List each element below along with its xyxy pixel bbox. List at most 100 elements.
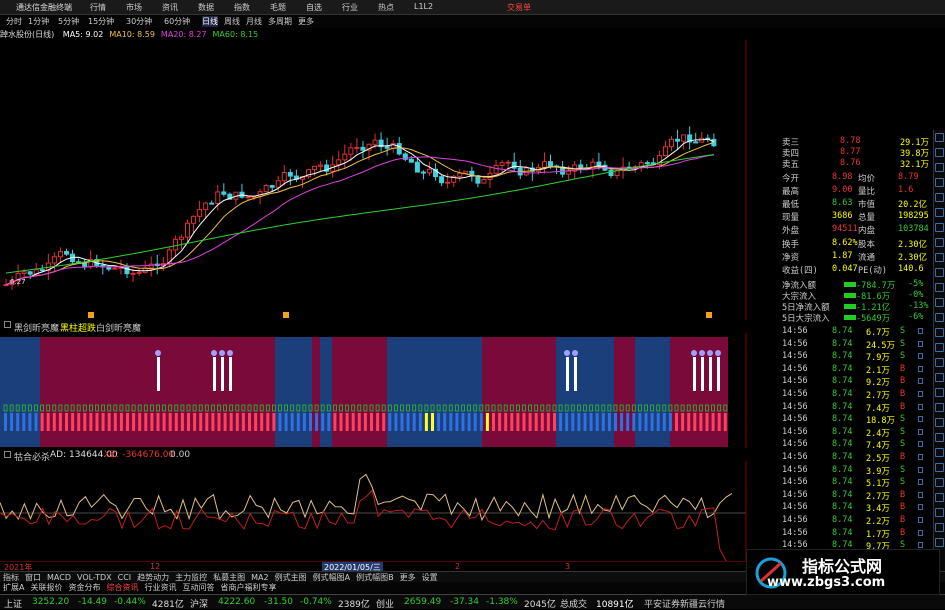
index-name[interactable]: 沪深	[190, 597, 208, 610]
tick-row: 14:56 8.74 18.8万 S	[748, 414, 933, 427]
info-tab[interactable]: 资金分布	[68, 582, 100, 593]
kline-chart[interactable]: 8.508.258.007.757.507.257.006.756.406.27	[0, 40, 748, 320]
period-tab[interactable]: 多周期	[268, 16, 292, 27]
info-tab[interactable]: 省商户福利专享	[220, 582, 276, 593]
side-tool-icon[interactable]	[935, 178, 944, 187]
info-tab[interactable]: 综合资讯	[106, 582, 138, 593]
period-tab[interactable]: 日线	[202, 16, 218, 27]
side-tool-icon[interactable]	[935, 418, 944, 427]
menu-item[interactable]: 资讯	[162, 2, 178, 13]
tick-direction: S	[900, 414, 906, 425]
indicator-tab[interactable]: CCI	[118, 573, 132, 582]
stat-value: 1.87	[832, 251, 853, 261]
side-tool-icon[interactable]	[935, 448, 944, 457]
side-tool-icon[interactable]	[935, 403, 944, 412]
side-tool-icon[interactable]	[935, 208, 944, 217]
period-tab[interactable]: 更多	[298, 16, 314, 27]
side-tool-icon[interactable]	[935, 508, 944, 517]
event-marker-icon[interactable]	[283, 312, 289, 318]
menu-item[interactable]: 市场	[126, 2, 142, 13]
side-tool-icon[interactable]	[935, 478, 944, 487]
tick-flag-icon	[918, 517, 923, 523]
tick-direction: B	[900, 401, 906, 412]
side-tool-icon[interactable]	[935, 283, 944, 292]
event-marker-icon[interactable]	[88, 312, 94, 318]
side-tool-icon[interactable]	[935, 538, 944, 547]
ask-price: 8.77	[840, 147, 861, 157]
date-axis: 2021年 12 2022/01/05/三 2 3	[0, 561, 748, 573]
side-tool-icon[interactable]	[935, 358, 944, 367]
side-tool-icon[interactable]	[935, 148, 944, 157]
side-tool-icon[interactable]	[935, 133, 944, 142]
side-tool-icon[interactable]	[935, 493, 944, 502]
indicator-tab[interactable]: MA2	[251, 573, 268, 582]
side-tool-icon[interactable]	[935, 313, 944, 322]
side-tool-icon[interactable]	[935, 373, 944, 382]
side-tool-icon[interactable]	[935, 433, 944, 442]
period-tab[interactable]: 15分钟	[88, 16, 114, 27]
side-tool-icon[interactable]	[935, 193, 944, 202]
tick-volume: 7.9万	[866, 353, 890, 364]
menu-item[interactable]: 指数	[234, 2, 250, 13]
menu-item[interactable]: 热点	[378, 2, 394, 13]
stat-value: 0.047	[832, 264, 858, 274]
trade-link[interactable]: 交易单	[507, 2, 531, 13]
side-tool-icon[interactable]	[935, 523, 944, 532]
side-tool-icon[interactable]	[935, 253, 944, 262]
tick-price: 8.74	[832, 414, 853, 425]
tick-direction: B	[900, 376, 906, 387]
tick-flag-icon	[918, 328, 923, 334]
stat-value: 8.79	[898, 172, 919, 182]
side-tool-icon[interactable]	[935, 463, 944, 472]
menu-item[interactable]: 数据	[198, 2, 214, 13]
info-tab[interactable]: 互动问答	[182, 582, 214, 593]
stat-label: 总量	[858, 213, 876, 223]
side-toolbar	[933, 130, 945, 590]
tick-time: 14:56	[782, 464, 808, 475]
side-tool-icon[interactable]	[935, 163, 944, 172]
stat-label: 净资	[782, 253, 800, 263]
tick-row: 14:56 8.74 7.4万 S	[748, 439, 933, 451]
period-tab[interactable]: 60分钟	[164, 16, 190, 27]
flow-value: -5649万	[856, 314, 891, 324]
indicator1-toggle-icon[interactable]	[4, 321, 11, 328]
menu-item[interactable]: 自选	[306, 2, 322, 13]
indicator-tab[interactable]: MACD	[47, 573, 71, 582]
info-tab[interactable]: 行业资讯	[144, 582, 176, 593]
tick-direction: B	[900, 515, 906, 525]
side-tool-icon[interactable]	[935, 343, 944, 352]
period-tab[interactable]: 月线	[246, 16, 262, 27]
period-tab[interactable]: 5分钟	[58, 16, 79, 27]
tick-time: 14:56	[782, 338, 808, 349]
side-tool-icon[interactable]	[935, 388, 944, 397]
indicator2-chart[interactable]: 40000200000-20000	[0, 461, 748, 561]
tick-time: 14:56	[782, 502, 808, 513]
tick-volume: 18.8万	[866, 416, 895, 427]
event-marker-icon[interactable]	[706, 312, 712, 318]
index-name[interactable]: 创业	[376, 597, 394, 610]
index-name[interactable]: 上证	[4, 597, 22, 610]
watermark-url: www.zbgs3.com	[767, 575, 886, 590]
ma-value: MA5: 9.02	[62, 30, 104, 39]
info-tab[interactable]: 关联报价	[30, 582, 62, 593]
indicator2-toggle-icon[interactable]	[4, 451, 11, 458]
side-tool-icon[interactable]	[935, 298, 944, 307]
info-tab[interactable]: 扩展A	[3, 582, 24, 593]
menu-item[interactable]: L1L2	[414, 2, 433, 13]
tick-price: 8.74	[832, 376, 853, 387]
tick-row: 14:56 8.74 2.7万 B	[748, 490, 933, 502]
side-tool-icon[interactable]	[935, 268, 944, 277]
period-tab[interactable]: 分时	[6, 16, 22, 27]
menu-item[interactable]: 行业	[342, 2, 358, 13]
indicator1-chart[interactable]: 10.509.007.506.004.503.00	[0, 333, 748, 448]
side-tool-icon[interactable]	[935, 238, 944, 247]
tick-row: 14:56 8.74 2.5万 B	[748, 452, 933, 464]
side-tool-icon[interactable]	[935, 328, 944, 337]
period-tab[interactable]: 30分钟	[126, 16, 152, 27]
indicator-tab[interactable]: VOL-TDX	[77, 573, 112, 582]
menu-item[interactable]: 行情	[90, 2, 106, 13]
side-tool-icon[interactable]	[935, 223, 944, 232]
menu-item[interactable]: 毛题	[270, 2, 286, 13]
period-tab[interactable]: 周线	[224, 16, 240, 27]
period-tab[interactable]: 1分钟	[28, 16, 49, 27]
